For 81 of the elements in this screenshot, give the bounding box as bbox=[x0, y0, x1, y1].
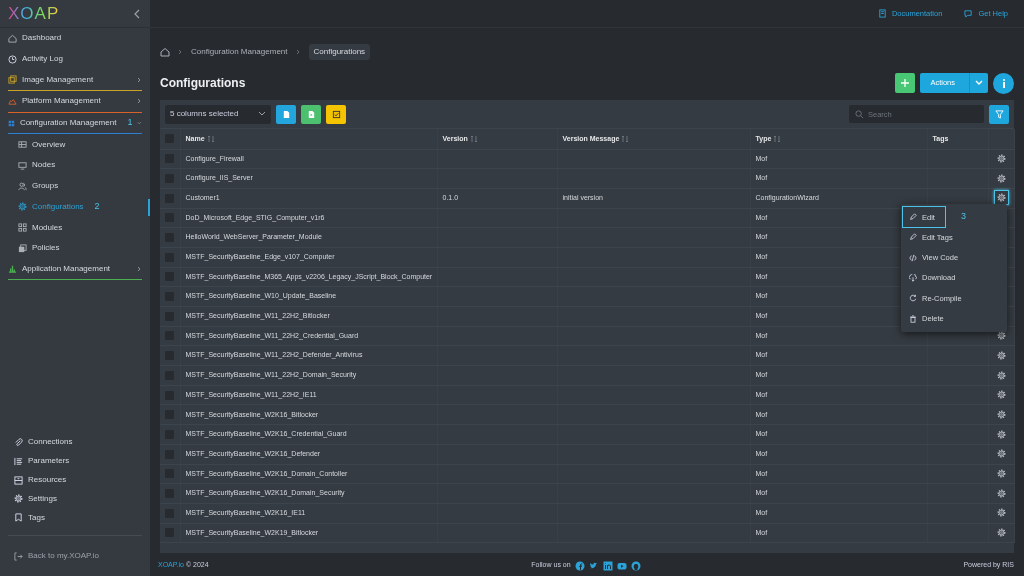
book-icon bbox=[877, 9, 887, 18]
sidebar-item[interactable]: Image Management bbox=[0, 69, 150, 91]
sidebar-subitem[interactable]: Overview bbox=[0, 134, 150, 156]
sidebar-item[interactable]: Settings bbox=[0, 489, 150, 509]
sidebar-subitem[interactable]: Groups bbox=[0, 175, 150, 197]
pencil-icon bbox=[909, 233, 917, 242]
check-button[interactable] bbox=[326, 104, 346, 124]
modules-icon bbox=[18, 223, 27, 233]
documents-icon bbox=[18, 243, 27, 253]
step-marker: 1 bbox=[127, 116, 133, 130]
table-icon bbox=[18, 140, 27, 150]
sort-icon[interactable] bbox=[773, 134, 782, 143]
sidebar-subitem[interactable]: Nodes bbox=[0, 155, 150, 176]
monitor-icon bbox=[18, 160, 27, 170]
chevron-right-icon bbox=[178, 49, 183, 55]
breadcrumb-current: Configurations bbox=[308, 44, 371, 60]
chevron-down-icon[interactable] bbox=[137, 120, 142, 127]
settings-icon[interactable] bbox=[18, 202, 27, 212]
trash-icon bbox=[909, 314, 917, 323]
sort-icon[interactable] bbox=[206, 134, 215, 143]
cloud-icon bbox=[8, 96, 17, 106]
bird-icon[interactable] bbox=[588, 560, 599, 571]
cloud-download-icon bbox=[909, 274, 917, 283]
chevron-right-icon[interactable] bbox=[136, 265, 142, 272]
chart-icon bbox=[8, 264, 17, 274]
sidebar-item[interactable]: Resources bbox=[0, 470, 150, 490]
sidebar-item[interactable]: Activity Log bbox=[0, 48, 150, 70]
linkedin-icon[interactable] bbox=[602, 560, 613, 571]
grid-icon bbox=[8, 118, 15, 128]
check-icon bbox=[331, 109, 341, 119]
filter-button[interactable] bbox=[989, 104, 1009, 124]
breadcrumb-link[interactable]: Configuration Management bbox=[191, 46, 288, 58]
refresh-icon bbox=[909, 294, 917, 303]
users-icon bbox=[18, 181, 27, 191]
sidebar-subitem[interactable]: Policies bbox=[0, 237, 150, 259]
chevron-right-icon[interactable] bbox=[136, 76, 142, 83]
export-icon bbox=[306, 109, 316, 119]
box-icon bbox=[14, 475, 23, 485]
github-icon[interactable] bbox=[630, 560, 641, 571]
home-icon[interactable] bbox=[160, 47, 170, 57]
file-button[interactable] bbox=[276, 104, 296, 124]
add-button[interactable] bbox=[895, 73, 916, 93]
code-icon bbox=[909, 253, 917, 262]
list-icon bbox=[14, 456, 23, 466]
facebook-icon[interactable] bbox=[574, 560, 585, 571]
info-icon bbox=[1001, 78, 1006, 88]
home-icon bbox=[8, 33, 17, 43]
page-title: Configurations bbox=[160, 75, 246, 91]
plus-icon bbox=[901, 79, 910, 87]
sidebar-item[interactable]: Platform Management bbox=[0, 91, 150, 112]
video-icon[interactable] bbox=[616, 560, 627, 571]
logout-icon bbox=[14, 551, 23, 561]
sidebar-subitem[interactable]: Modules bbox=[0, 217, 150, 238]
sidebar-item[interactable]: Configuration Management 1 bbox=[0, 112, 150, 134]
caret-icon bbox=[975, 80, 983, 86]
column-select[interactable]: 5 columns selected bbox=[165, 104, 271, 124]
sort-icon[interactable] bbox=[621, 134, 630, 143]
sidebar-subitem[interactable]: Configurations 2 bbox=[0, 196, 150, 218]
sidebar-item[interactable]: Tags bbox=[0, 508, 150, 527]
images-icon bbox=[8, 75, 17, 85]
caret-icon bbox=[258, 111, 266, 117]
sidebar-item[interactable]: Dashboard bbox=[0, 28, 150, 49]
bookmark-icon bbox=[14, 513, 23, 523]
sidebar-item[interactable]: Application Management bbox=[0, 258, 150, 280]
chevron-right-icon bbox=[295, 49, 301, 55]
file-icon bbox=[281, 109, 291, 119]
sidebar-item[interactable]: Connections bbox=[0, 433, 150, 452]
sidebar-item[interactable]: Parameters bbox=[0, 451, 150, 471]
sort-icon[interactable] bbox=[469, 134, 478, 143]
collapse-icon[interactable] bbox=[134, 8, 140, 19]
back-link[interactable]: Back to my.XOAP.io bbox=[0, 536, 150, 576]
paperclip-icon bbox=[14, 437, 23, 447]
step-marker: 3 bbox=[960, 210, 966, 224]
clock-icon bbox=[8, 54, 17, 64]
export-button[interactable] bbox=[301, 104, 321, 124]
step-marker: 2 bbox=[94, 200, 100, 214]
info-button[interactable] bbox=[993, 72, 1014, 94]
chevron-right-icon[interactable] bbox=[136, 98, 142, 105]
pencil-icon bbox=[909, 213, 917, 222]
chat-icon bbox=[964, 9, 974, 18]
filter-icon bbox=[994, 109, 1004, 119]
